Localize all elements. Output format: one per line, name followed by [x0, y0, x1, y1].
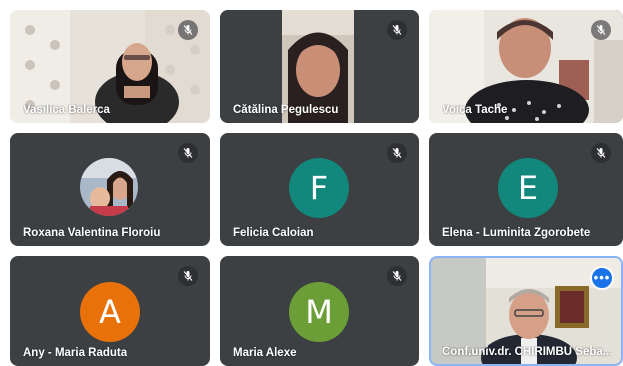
mic-off-icon — [387, 266, 407, 286]
participant-tile[interactable]: A Any - Maria Raduta — [10, 256, 210, 366]
participant-tile[interactable]: Cătălina Pegulescu — [220, 10, 419, 123]
participant-name: Elena - Luminita Zgorobete — [442, 227, 591, 239]
participant-name: Any - Maria Raduta — [23, 347, 128, 359]
participant-tile[interactable]: Roxana Valentina Floroiu — [10, 133, 210, 246]
avatar: F — [289, 158, 349, 218]
participant-tile[interactable]: M Maria Alexe — [220, 256, 419, 366]
participant-name: Vasilica Balerca — [23, 104, 110, 116]
avatar: E — [498, 158, 558, 218]
mic-off-icon — [178, 143, 198, 163]
participant-tile[interactable]: Voica Tache — [429, 10, 623, 123]
mic-off-icon — [178, 266, 198, 286]
participant-tile[interactable]: E Elena - Luminita Zgorobete — [429, 133, 623, 246]
participant-name: Felicia Caloian — [233, 227, 314, 239]
participant-tile[interactable]: F Felicia Caloian — [220, 133, 419, 246]
avatar: A — [80, 282, 140, 342]
participant-name: Roxana Valentina Floroiu — [23, 227, 161, 239]
participant-tile[interactable]: Vasilica Balerca — [10, 10, 210, 123]
participant-grid: Vasilica Balerca Cătălina Pegulescu Voic… — [0, 0, 623, 366]
mic-off-icon — [591, 143, 611, 163]
mic-off-icon — [591, 20, 611, 40]
participant-name: Conf.univ.dr. CHIRIMBU Seba... — [442, 346, 613, 358]
participant-name: Voica Tache — [442, 104, 508, 116]
mic-off-icon — [178, 20, 198, 40]
participant-tile-active[interactable]: ••• Conf.univ.dr. CHIRIMBU Seba... — [429, 256, 623, 366]
participant-name: Maria Alexe — [233, 347, 297, 359]
more-options-icon[interactable]: ••• — [590, 266, 614, 290]
participant-name: Cătălina Pegulescu — [233, 104, 339, 116]
mic-off-icon — [387, 143, 407, 163]
avatar: M — [289, 282, 349, 342]
avatar — [80, 158, 138, 216]
mic-off-icon — [387, 20, 407, 40]
